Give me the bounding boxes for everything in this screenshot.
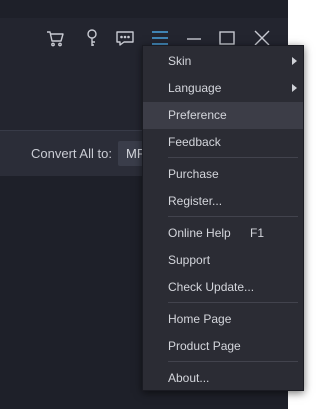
menu-item-label: Preference xyxy=(168,108,227,122)
menu-item-label: Language xyxy=(168,81,222,95)
menu-item-shortcut: F1 xyxy=(250,226,265,240)
menu-item-preference[interactable]: Preference xyxy=(143,102,303,129)
menu-item-label: Check Update... xyxy=(168,280,255,294)
menu-item-label: Purchase xyxy=(168,167,219,181)
menu-item-about[interactable]: About... xyxy=(143,365,303,392)
menu-item-label: Online Help xyxy=(168,226,231,240)
menu-item-online-help[interactable]: Online Help F1 xyxy=(143,220,303,247)
menu-separator xyxy=(168,157,298,158)
menu-separator xyxy=(168,361,298,362)
menu-item-label: Register... xyxy=(168,194,223,208)
menu-item-label: Feedback xyxy=(168,135,221,149)
menu-item-label: About... xyxy=(168,371,210,385)
menu-item-feedback[interactable]: Feedback xyxy=(143,129,303,156)
menu-separator xyxy=(168,302,298,303)
menu-separator xyxy=(168,216,298,217)
menu-item-label: Product Page xyxy=(168,339,241,353)
menu-item-label: Home Page xyxy=(168,312,232,326)
menu-item-check-update[interactable]: Check Update... xyxy=(143,274,303,301)
feedback-chat-icon[interactable] xyxy=(115,28,135,48)
menu-item-label: Skin xyxy=(168,54,192,68)
menu-item-home-page[interactable]: Home Page xyxy=(143,306,303,333)
menu-item-language[interactable]: Language xyxy=(143,75,303,102)
submenu-arrow-icon xyxy=(292,84,297,92)
convert-all-label: Convert All to: xyxy=(31,146,112,161)
key-icon[interactable] xyxy=(82,28,102,48)
submenu-arrow-icon xyxy=(292,57,297,65)
menu-item-skin[interactable]: Skin xyxy=(143,48,303,75)
cart-icon[interactable] xyxy=(45,28,65,48)
menu-item-label: Support xyxy=(168,253,211,267)
menu-item-support[interactable]: Support xyxy=(143,247,303,274)
menu-item-register[interactable]: Register... xyxy=(143,188,303,215)
main-dropdown-menu: Skin Language Preference Feedback Purcha… xyxy=(142,45,304,391)
menu-item-purchase[interactable]: Purchase xyxy=(143,161,303,188)
menu-item-product-page[interactable]: Product Page xyxy=(143,333,303,360)
